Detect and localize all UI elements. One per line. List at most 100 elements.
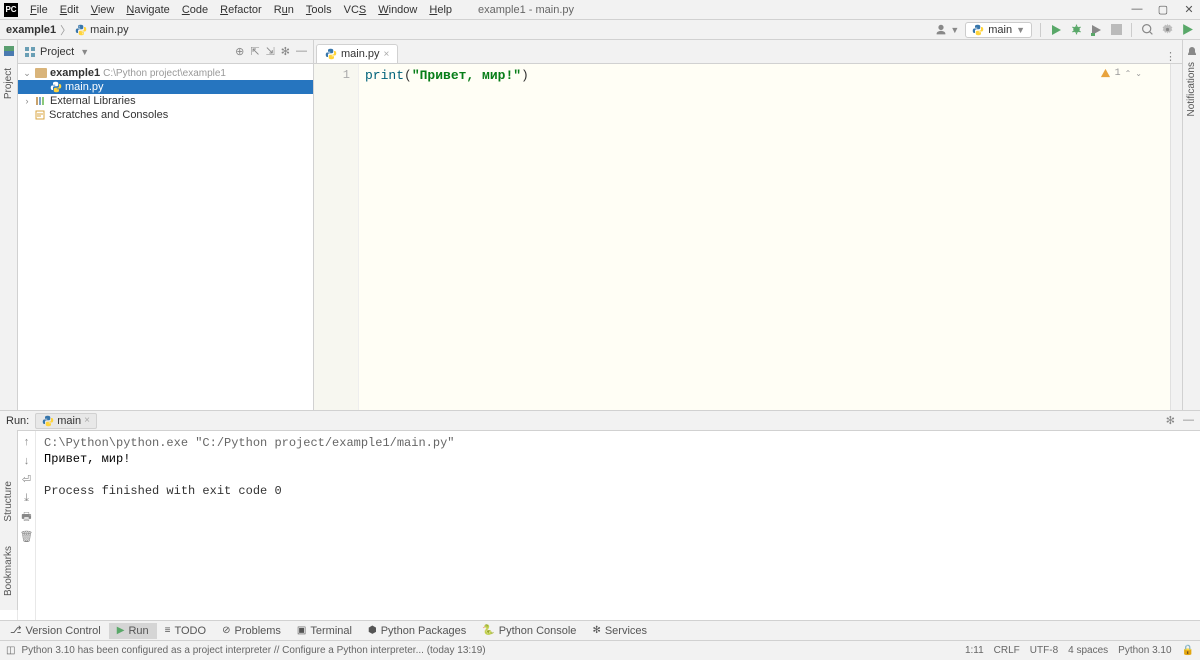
- menu-vcs[interactable]: VCS: [338, 2, 373, 18]
- print-icon[interactable]: 🖶: [20, 511, 33, 524]
- maximize-button[interactable]: ▢: [1156, 2, 1170, 16]
- tree-scratches[interactable]: Scratches and Consoles: [18, 108, 313, 122]
- inspection-badge[interactable]: 1 ⌃ ⌄: [1100, 68, 1142, 79]
- structure-label[interactable]: Structure: [3, 477, 14, 526]
- search-everywhere-button[interactable]: [1140, 23, 1154, 37]
- tree-root[interactable]: ⌄ example1 C:\Python project\example1: [18, 66, 313, 80]
- clear-icon[interactable]: 🗑: [20, 530, 33, 543]
- editor-options-icon[interactable]: ⋮: [1165, 50, 1182, 63]
- tree-root-name: example1: [50, 67, 100, 79]
- tab-version-control[interactable]: ⎇Version Control: [2, 623, 109, 639]
- menu-navigate[interactable]: Navigate: [120, 2, 175, 18]
- run-header: Run: main × ✻ —: [0, 411, 1200, 431]
- project-tool-label[interactable]: Project: [3, 64, 14, 103]
- project-tool-icon[interactable]: [4, 46, 14, 56]
- scroll-end-icon[interactable]: ⤓: [20, 492, 33, 505]
- editor-tab-bar: main.py × ⋮: [314, 40, 1182, 64]
- locate-icon[interactable]: ⊕: [235, 45, 244, 58]
- menu-tools[interactable]: Tools: [300, 2, 338, 18]
- tab-problems[interactable]: ⊘Problems: [214, 623, 289, 639]
- main-area: Project Project ▼ ⊕ ⇱ ⇲ ✻ — ⌄ example1 C…: [0, 40, 1200, 410]
- up-icon[interactable]: ↑: [20, 435, 33, 448]
- run-icon: ▶: [117, 625, 125, 636]
- console-output[interactable]: C:\Python\python.exe "C:/Python project/…: [36, 431, 1200, 620]
- tree-file-label: main.py: [65, 81, 104, 93]
- expand-all-icon[interactable]: ⇱: [250, 45, 259, 58]
- tree-external-libs[interactable]: › External Libraries: [18, 94, 313, 108]
- todo-icon: ≡: [165, 625, 171, 636]
- status-line-sep[interactable]: CRLF: [994, 645, 1020, 656]
- tab-services[interactable]: ✻Services: [584, 623, 655, 639]
- run-hide-icon[interactable]: —: [1183, 414, 1194, 427]
- status-encoding[interactable]: UTF-8: [1030, 645, 1058, 656]
- run-tool-column-2: ↑ ↓ ⏎ ⤓ 🖶 🗑: [18, 431, 36, 620]
- minimize-button[interactable]: —: [1130, 2, 1144, 16]
- tab-run[interactable]: ▶Run: [109, 623, 157, 639]
- tab-python-console[interactable]: 🐍Python Console: [474, 623, 584, 639]
- tab-todo[interactable]: ≡TODO: [157, 623, 214, 639]
- console-command: C:\Python\python.exe "C:/Python project/…: [44, 435, 1192, 451]
- left-bottom-strip: Structure Bookmarks: [0, 430, 18, 610]
- run-tab[interactable]: main ×: [35, 413, 97, 429]
- app-icon: PC: [4, 3, 18, 17]
- settings-button[interactable]: [1160, 23, 1174, 37]
- project-tree: ⌄ example1 C:\Python project\example1 ma…: [18, 64, 313, 124]
- editor-tab-main[interactable]: main.py ×: [316, 44, 398, 63]
- run-panel: Run: main × ✻ — 🔧 ⊟ 📌 ↑ ↓ ⏎ ⤓ 🖶 🗑: [0, 410, 1200, 620]
- tab-terminal[interactable]: ▣Terminal: [289, 623, 360, 639]
- close-tab-icon[interactable]: ×: [384, 49, 390, 60]
- panel-hide-icon[interactable]: —: [296, 45, 307, 58]
- run-config-selector[interactable]: main ▼: [965, 22, 1032, 38]
- warning-icon: [1100, 68, 1111, 79]
- menu-edit[interactable]: Edit: [54, 2, 85, 18]
- add-config-button[interactable]: ▼: [934, 23, 959, 37]
- status-window-icon[interactable]: ◫: [6, 645, 15, 656]
- scratches-icon: [34, 109, 46, 121]
- run-settings-icon[interactable]: ✻: [1166, 414, 1175, 427]
- run-coverage-button[interactable]: [1089, 23, 1103, 37]
- debug-button[interactable]: [1069, 23, 1083, 37]
- status-interpreter[interactable]: Python 3.10: [1118, 645, 1171, 656]
- menu-window[interactable]: Window: [372, 2, 423, 18]
- menu-bar: PC File Edit View Navigate Code Refactor…: [0, 0, 1200, 20]
- status-bar: ◫ Python 3.10 has been configured as a p…: [0, 640, 1200, 660]
- code-area[interactable]: print("Привет, мир!") 1 ⌃ ⌄: [359, 64, 1170, 410]
- menu-code[interactable]: Code: [176, 2, 214, 18]
- status-caret-pos[interactable]: 1:11: [965, 645, 984, 656]
- stop-button[interactable]: [1109, 23, 1123, 37]
- menu-view[interactable]: View: [85, 2, 121, 18]
- breadcrumb-file-label: main.py: [90, 24, 129, 36]
- down-icon[interactable]: ↓: [20, 454, 33, 467]
- soft-wrap-icon[interactable]: ⏎: [20, 473, 33, 486]
- editor-scroll-marker[interactable]: [1170, 64, 1182, 410]
- notifications-icon[interactable]: [1186, 46, 1198, 58]
- status-lock-icon[interactable]: 🔒: [1182, 645, 1194, 656]
- window-title: example1 - main.py: [478, 4, 574, 16]
- menu-help[interactable]: Help: [423, 2, 458, 18]
- breadcrumb-separator: 〉: [60, 22, 71, 38]
- run-anything-button[interactable]: [1180, 23, 1194, 37]
- menu-file[interactable]: File: [24, 2, 54, 18]
- status-message[interactable]: Python 3.10 has been configured as a pro…: [21, 645, 485, 656]
- breadcrumb-file[interactable]: main.py: [75, 24, 129, 36]
- notifications-label[interactable]: Notifications: [1186, 58, 1197, 120]
- editor-body[interactable]: 1 print("Привет, мир!") 1 ⌃ ⌄: [314, 64, 1182, 410]
- close-button[interactable]: ✕: [1182, 2, 1196, 16]
- python-file-icon: [325, 48, 337, 60]
- tree-file-main[interactable]: main.py: [18, 80, 313, 94]
- code-fn: print: [365, 68, 404, 83]
- run-button[interactable]: [1049, 23, 1063, 37]
- left-tool-strip: Project: [0, 40, 18, 410]
- menu-refactor[interactable]: Refactor: [214, 2, 268, 18]
- status-indent[interactable]: 4 spaces: [1068, 645, 1108, 656]
- bookmarks-label[interactable]: Bookmarks: [3, 542, 14, 600]
- tab-python-packages[interactable]: ⬢Python Packages: [360, 623, 474, 639]
- panel-settings-icon[interactable]: ✻: [281, 45, 290, 58]
- vcs-icon: ⎇: [10, 625, 22, 636]
- collapse-all-icon[interactable]: ⇲: [266, 45, 275, 58]
- menu-run[interactable]: Run: [268, 2, 300, 18]
- breadcrumb-project[interactable]: example1: [6, 24, 56, 36]
- services-icon: ✻: [592, 625, 600, 636]
- breadcrumb: example1 〉 main.py: [6, 22, 129, 38]
- code-string: "Привет, мир!": [412, 68, 521, 83]
